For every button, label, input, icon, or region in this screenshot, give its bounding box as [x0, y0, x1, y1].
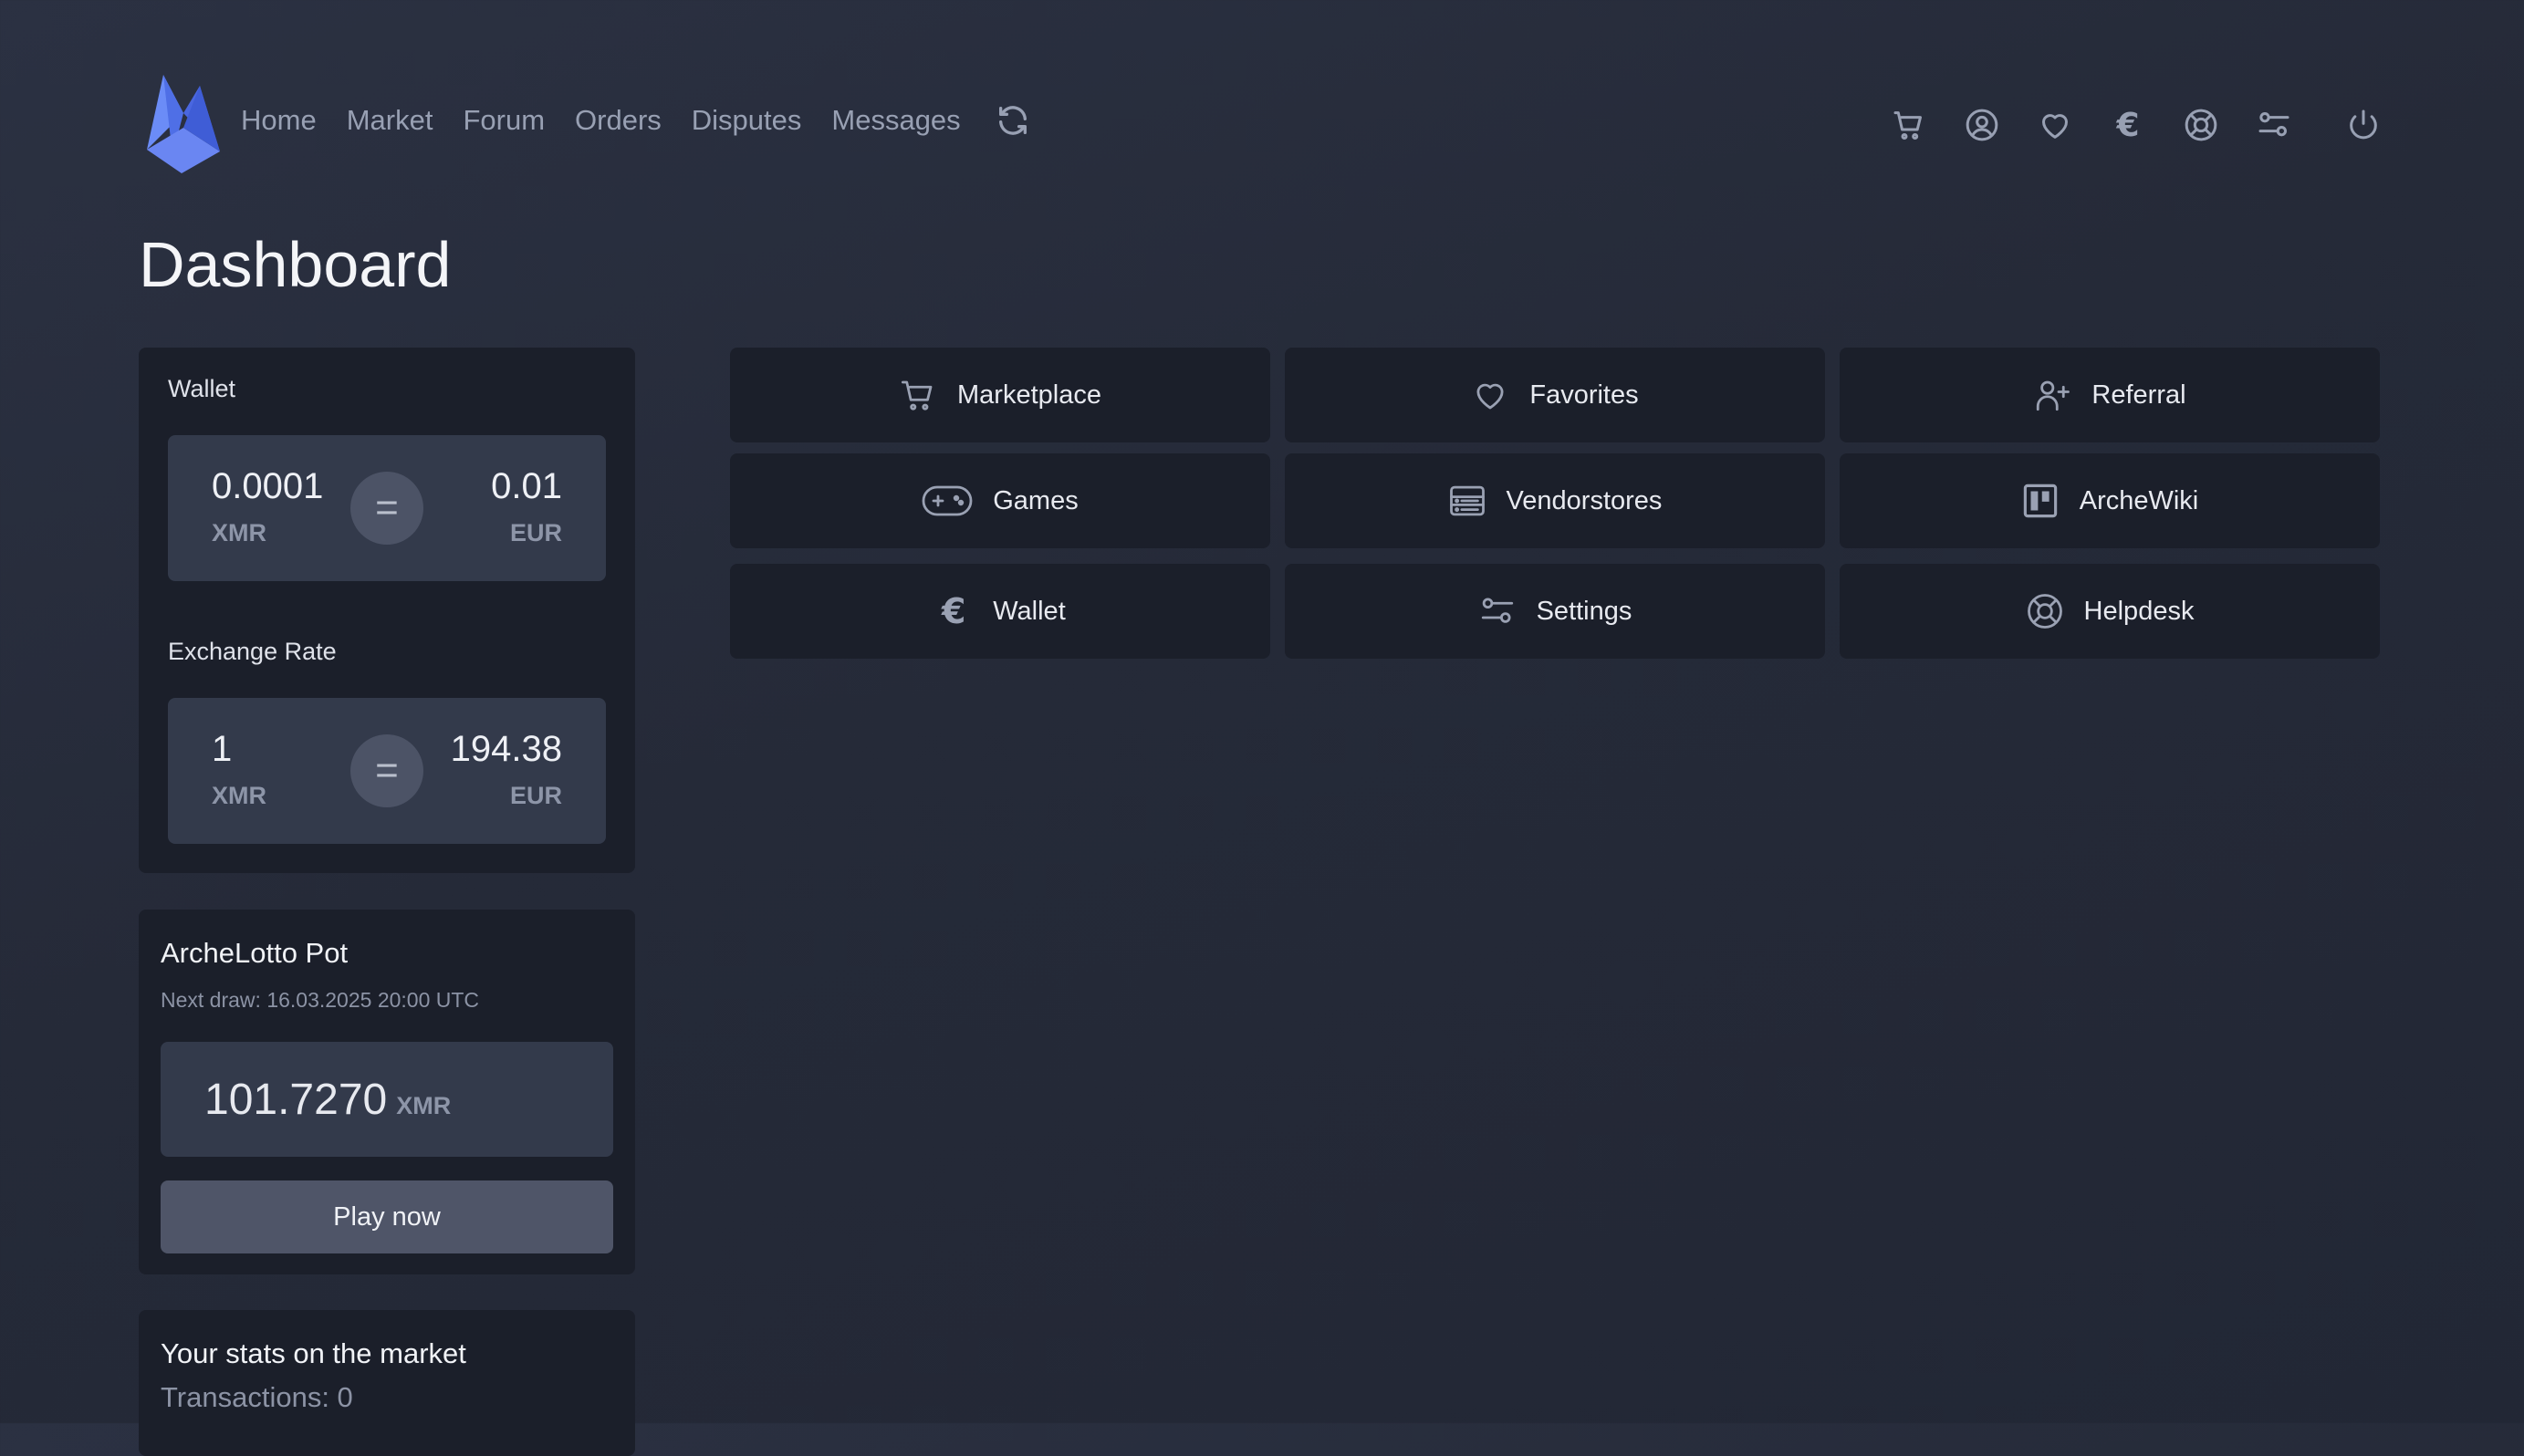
page-title: Dashboard	[139, 229, 452, 300]
wallet-balance-xmr: 0.0001 XMR	[212, 468, 323, 547]
stats-title: Your stats on the market	[161, 1337, 466, 1369]
tile-helpdesk-label: Helpdesk	[2083, 596, 2195, 626]
nav-link-messages[interactable]: Messages	[831, 104, 960, 137]
tile-settings-label: Settings	[1536, 596, 1632, 626]
nav-link-home[interactable]: Home	[241, 104, 317, 137]
nav-link-orders[interactable]: Orders	[575, 104, 662, 137]
tile-wallet-label: Wallet	[993, 596, 1066, 626]
lotto-card: ArcheLotto Pot Next draw: 16.03.2025 20:…	[139, 910, 635, 1274]
lifebuoy-icon[interactable]	[2181, 105, 2221, 145]
tile-archewiki-label: ArcheWiki	[2079, 485, 2199, 515]
sliders-icon	[1478, 592, 1517, 630]
tile-vendorstores-label: Vendorstores	[1506, 485, 1663, 515]
wallet-label: Wallet	[168, 375, 236, 402]
top-nav: Home Market Forum Orders Disputes Messag…	[139, 64, 2383, 192]
wallet-balance-box: 0.0001 XMR = 0.01 EUR	[168, 435, 606, 581]
euro-icon: €	[942, 591, 966, 631]
equals-icon: =	[350, 472, 423, 545]
heart-icon[interactable]	[2035, 105, 2075, 145]
pot-unit: XMR	[396, 1092, 452, 1119]
user-plus-icon	[2033, 376, 2071, 414]
rate-xmr-value: 1	[212, 729, 233, 769]
tile-helpdesk[interactable]: Helpdesk	[1840, 564, 2380, 659]
server-list-icon	[1448, 482, 1486, 520]
wallet-balance-eur: 0.01 EUR	[491, 468, 562, 547]
cart-icon[interactable]	[1889, 105, 1929, 145]
tile-settings[interactable]: Settings	[1285, 564, 1825, 659]
lotto-pot-box: 101.7270 XMR	[161, 1042, 613, 1157]
rate-eur-value: 194.38	[450, 729, 562, 769]
heart-icon	[1471, 376, 1509, 414]
balance-eur-unit: EUR	[509, 519, 562, 546]
power-icon[interactable]	[2343, 105, 2383, 145]
exchange-rate-label: Exchange Rate	[168, 638, 337, 665]
rate-eur-unit: EUR	[509, 782, 562, 809]
refresh-icon[interactable]	[995, 102, 1031, 139]
lifebuoy-icon	[2026, 592, 2064, 630]
exchange-rate-box: 1 XMR = 194.38 EUR	[168, 698, 606, 844]
lotto-title: ArcheLotto Pot	[161, 937, 349, 969]
cart-icon	[899, 376, 937, 414]
tile-marketplace[interactable]: Marketplace	[730, 348, 1270, 442]
rate-eur: 194.38 EUR	[451, 731, 562, 810]
board-icon	[2021, 482, 2060, 520]
nav-link-market[interactable]: Market	[347, 104, 433, 137]
user-circle-icon[interactable]	[1962, 105, 2002, 145]
lotto-next-draw: Next draw: 16.03.2025 20:00 UTC	[161, 988, 480, 1012]
tile-marketplace-label: Marketplace	[957, 380, 1101, 410]
nav-link-forum[interactable]: Forum	[463, 104, 545, 137]
tile-referral-label: Referral	[2091, 380, 2186, 410]
stats-transactions: Transactions: 0	[161, 1381, 353, 1413]
tile-games-label: Games	[993, 485, 1079, 515]
equals-icon: =	[350, 734, 423, 807]
balance-eur-value: 0.01	[491, 466, 562, 506]
euro-icon[interactable]: €	[2108, 105, 2148, 145]
nav-links: Home Market Forum Orders Disputes Messag…	[241, 102, 1031, 139]
wallet-card: Wallet 0.0001 XMR = 0.01 EUR Exchange Ra…	[139, 348, 635, 873]
tile-games[interactable]: Games	[730, 453, 1270, 548]
balance-xmr-value: 0.0001	[212, 466, 324, 506]
tile-archewiki[interactable]: ArcheWiki	[1840, 453, 2380, 548]
tile-referral[interactable]: Referral	[1840, 348, 2380, 442]
logo-icon[interactable]	[143, 73, 220, 173]
sliders-icon[interactable]	[2254, 105, 2294, 145]
stats-card: Your stats on the market Transactions: 0	[139, 1310, 635, 1456]
nav-link-disputes[interactable]: Disputes	[692, 104, 802, 137]
tile-favorites[interactable]: Favorites	[1285, 348, 1825, 442]
tile-vendorstores[interactable]: Vendorstores	[1285, 453, 1825, 548]
balance-xmr-unit: XMR	[212, 519, 266, 546]
rate-xmr-unit: XMR	[212, 782, 266, 809]
gamepad-icon	[922, 482, 973, 520]
lotto-pot-value: 101.7270 XMR	[204, 1075, 451, 1125]
play-now-button[interactable]: Play now	[161, 1180, 613, 1253]
tile-favorites-label: Favorites	[1529, 380, 1639, 410]
nav-icons: €	[1856, 105, 2383, 145]
pot-amount: 101.7270	[204, 1076, 388, 1124]
tile-wallet[interactable]: € Wallet	[730, 564, 1270, 659]
rate-xmr: 1 XMR	[212, 731, 266, 810]
